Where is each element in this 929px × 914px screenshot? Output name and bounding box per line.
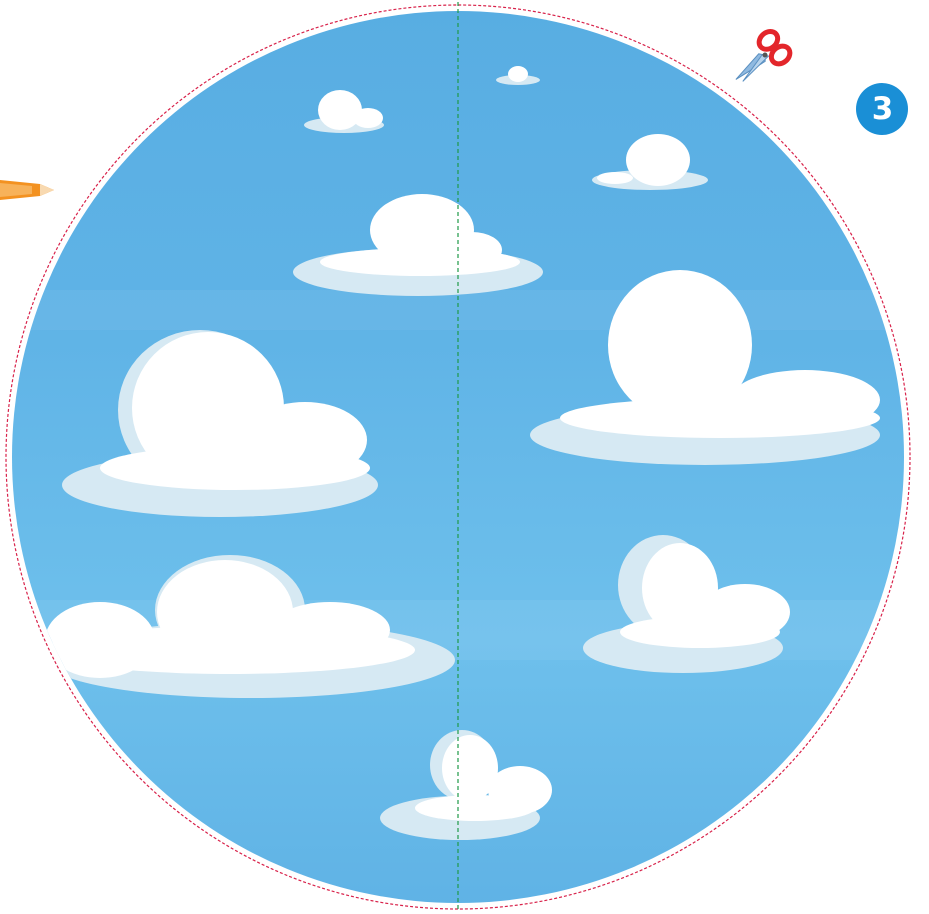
step-number-badge: 3 xyxy=(856,83,908,135)
sky-disc-cutout xyxy=(0,2,911,912)
scissors-icon xyxy=(735,29,793,82)
craft-template-page: 3 xyxy=(0,0,929,914)
pencil-tip-icon xyxy=(0,180,54,200)
